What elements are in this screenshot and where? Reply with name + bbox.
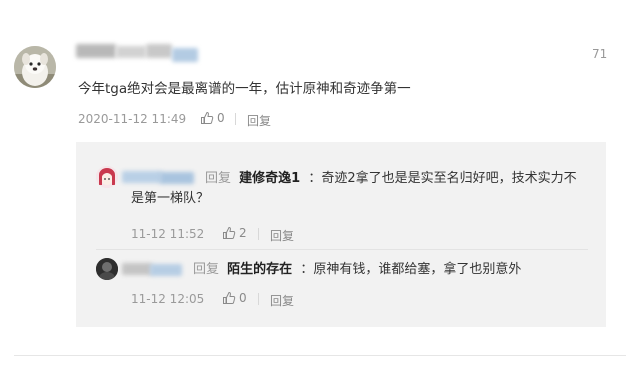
dark-avatar-image [96, 258, 118, 280]
anime-avatar-image [96, 166, 118, 188]
reply-text: 回复 陌生的存在 ：原神有钱，谁都给塞，拿了也别意外 [193, 260, 593, 280]
reply-target-username[interactable]: 建修奇逸1 [239, 171, 300, 186]
comment-text: 今年tga绝对会是最离谱的一年，估计原神和奇迹争第一 [78, 81, 411, 97]
like-button[interactable]: 2 [222, 226, 247, 240]
reply-button[interactable]: 回复 [247, 112, 271, 129]
dog-avatar-image [14, 46, 56, 88]
reply-text-line-1: ：原神有钱，谁都给塞，拿了也别意外 [300, 262, 522, 277]
reply-word: 回复 [193, 262, 220, 277]
username-redacted[interactable] [122, 168, 198, 188]
avatar[interactable] [14, 46, 56, 88]
avatar[interactable] [96, 166, 118, 188]
reply-timestamp: 11-12 11:52 [131, 227, 205, 241]
reply-text: 回复 建修奇逸1 ：奇迹2拿了也是是实至名归好吧，技术实力不 [205, 169, 595, 189]
divider [258, 293, 259, 305]
thumbs-up-icon [223, 226, 236, 239]
thumbs-up-icon [201, 111, 214, 124]
divider [258, 228, 259, 240]
divider [235, 113, 236, 125]
reply-button[interactable]: 回复 [270, 292, 294, 309]
reply-target-username[interactable]: 陌生的存在 [227, 262, 292, 277]
comment-index-number: 71 [592, 47, 608, 61]
reply-divider [96, 249, 588, 250]
username-redacted[interactable] [122, 260, 188, 280]
avatar[interactable] [96, 258, 118, 280]
like-count: 0 [217, 111, 225, 125]
like-button[interactable]: 0 [222, 291, 247, 305]
reply-text-line-1: ：奇迹2拿了也是是实至名归好吧，技术实力不 [308, 171, 577, 186]
like-button[interactable]: 0 [200, 111, 225, 125]
reply-timestamp: 11-12 12:05 [131, 292, 205, 306]
reply-text-line-2: 是第一梯队？ [131, 191, 210, 206]
comment-bottom-divider [14, 355, 626, 356]
comment-timestamp: 2020-11-12 11:49 [78, 112, 187, 126]
like-count: 0 [239, 291, 247, 305]
like-count: 2 [239, 226, 247, 240]
reply-button[interactable]: 回复 [270, 227, 294, 244]
reply-word: 回复 [205, 171, 232, 186]
username-redacted[interactable] [76, 42, 204, 64]
thumbs-up-icon [223, 291, 236, 304]
